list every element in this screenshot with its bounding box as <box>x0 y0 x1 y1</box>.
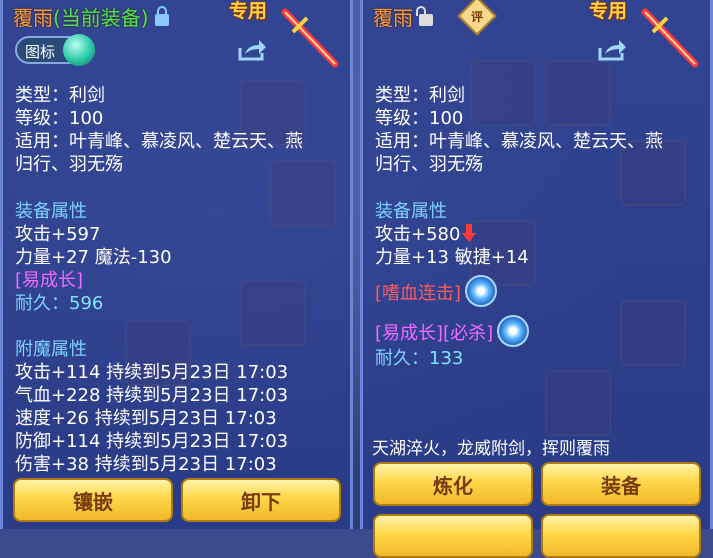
item-basics: 类型：利剑 等级：100 适用：叶青峰、慕凌风、楚云天、燕 归行、羽无殇 <box>15 84 303 176</box>
item-applies-cont: 归行、羽无殇 <box>15 154 123 175</box>
item-name: 覆雨 <box>373 6 413 30</box>
attr-special: [易成长] <box>15 270 84 291</box>
sword-icon <box>641 8 699 68</box>
unlock-icon[interactable] <box>416 6 433 26</box>
enchant-line: 气血+228 持续到5月23日 17:03 <box>15 385 289 406</box>
item-applies: 适用：叶青峰、慕凌风、楚云天、燕 <box>15 131 303 152</box>
share-icon[interactable] <box>597 38 627 62</box>
durability-label: 耐久： <box>15 293 69 314</box>
durability-label: 耐久： <box>375 348 429 369</box>
item-flavor-text: 天湖淬火，龙威附剑，挥则覆雨 <box>372 439 610 459</box>
item-applies: 适用：叶青峰、慕凌风、楚云天、燕 <box>375 131 663 152</box>
rating-badge-icon[interactable]: 评 <box>457 0 497 36</box>
sword-icon <box>281 8 339 68</box>
extra-button[interactable] <box>373 514 533 558</box>
attr-attack-row: 攻击+580 <box>375 223 529 246</box>
refine-button[interactable]: 炼化 <box>373 462 533 506</box>
rating-badge-label: 评 <box>470 9 483 24</box>
skill-label: [易成长][必杀] <box>375 323 494 344</box>
durability-value: 596 <box>69 293 104 314</box>
unequip-button[interactable]: 卸下 <box>181 478 341 522</box>
item-level: 等级：100 <box>15 108 104 129</box>
enchant-line: 攻击+114 持续到5月23日 17:03 <box>15 362 289 383</box>
skill-row-1: [嗜血连击] <box>375 275 529 307</box>
attr-attack: 攻击+597 <box>15 224 101 245</box>
item-title: 覆雨 <box>373 2 433 31</box>
lock-icon[interactable] <box>154 6 169 26</box>
icon-toggle-label: 图标 <box>25 43 56 61</box>
attr-power-magic: 力量+27 魔法-130 <box>15 247 172 268</box>
attr-power-agility: 力量+13 敏捷+14 <box>375 247 529 268</box>
equipped-status: (当前装备) <box>53 6 149 30</box>
skill-label: [嗜血连击] <box>375 283 462 304</box>
attr-durability: 耐久：596 <box>15 292 172 315</box>
item-type: 类型：利剑 <box>15 85 105 106</box>
item-level: 等级：100 <box>375 108 464 129</box>
attr-attack: 攻击+580 <box>375 224 461 245</box>
icon-toggle[interactable]: 图标 <box>15 34 95 66</box>
toggle-knob <box>63 34 95 66</box>
item-title: 覆雨(当前装备) <box>13 2 169 31</box>
enchant-line: 伤害+38 持续到5月23日 17:03 <box>15 454 277 475</box>
equip-button[interactable]: 装备 <box>541 462 701 506</box>
durability-value: 133 <box>429 348 464 369</box>
share-icon[interactable] <box>237 38 267 62</box>
attributes-header: 装备属性 <box>15 201 87 222</box>
enchant-line: 防御+114 持续到5月23日 17:03 <box>15 431 289 452</box>
skill-icon[interactable] <box>497 315 530 347</box>
attr-durability: 耐久：133 <box>375 347 529 370</box>
skill-icon[interactable] <box>465 275 498 307</box>
inlay-button[interactable]: 镶嵌 <box>13 478 173 522</box>
enchant-attributes: 附魔属性 攻击+114 持续到5月23日 17:03 气血+228 持续到5月2… <box>15 338 288 476</box>
arrow-down-icon <box>462 224 477 242</box>
exclusive-tag: 专用 <box>229 0 268 22</box>
skill-row-2: [易成长][必杀] <box>375 315 530 347</box>
equipped-item-panel: 覆雨(当前装备) 专用 图标 类型：利剑 等级：100 适用：叶青峰、慕凌风、楚… <box>0 0 353 529</box>
item-type: 类型：利剑 <box>375 85 465 106</box>
item-attributes: 装备属性 攻击+597 力量+27 魔法-130 [易成长] 耐久：596 <box>15 200 172 315</box>
enchant-header: 附魔属性 <box>15 339 87 360</box>
exclusive-tag: 专用 <box>589 0 628 22</box>
attributes-header: 装备属性 <box>375 201 447 222</box>
item-applies-cont: 归行、羽无殇 <box>375 154 483 175</box>
item-basics: 类型：利剑 等级：100 适用：叶青峰、慕凌风、楚云天、燕 归行、羽无殇 <box>375 84 663 176</box>
extra-button[interactable] <box>541 514 701 558</box>
enchant-line: 速度+26 持续到5月23日 17:03 <box>15 408 277 429</box>
item-name: 覆雨 <box>13 6 53 30</box>
item-attributes: 装备属性 攻击+580 力量+13 敏捷+14 [嗜血连击] [易成长][必杀]… <box>375 200 530 370</box>
